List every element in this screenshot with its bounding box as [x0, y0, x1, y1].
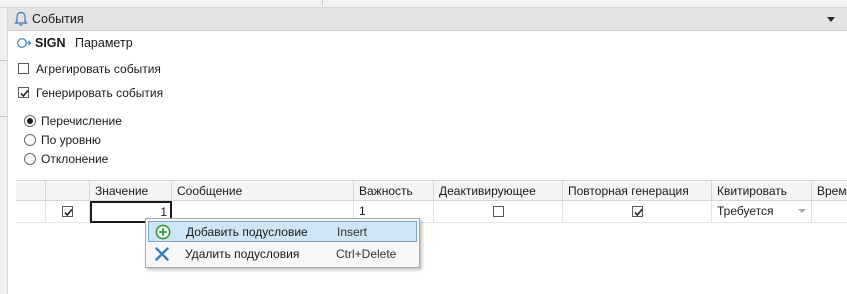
sign-parameter-row: SIGN Параметр [8, 32, 847, 54]
subconditions-grid: Значение Сообщение Важность Деактивирующ… [16, 180, 847, 223]
enabled-cell[interactable] [46, 201, 90, 222]
radio-deviation-label: Отклонение [41, 152, 109, 166]
checkmark-icon [64, 209, 73, 217]
menu-item-delete-shortcut: Ctrl+Delete [336, 247, 397, 261]
enabled-column-header[interactable] [46, 181, 90, 201]
bell-icon [14, 11, 28, 26]
checkmark-icon [20, 90, 29, 98]
col-header-value[interactable]: Значение [90, 181, 172, 201]
col-header-acknowledge[interactable]: Квитировать [712, 181, 812, 201]
parameter-label: Параметр [75, 36, 133, 50]
row-enabled-checkbox[interactable] [62, 206, 73, 217]
col-header-deactivating[interactable]: Деактивирующее [434, 181, 563, 201]
aggregate-events-label: Агрегировать события [36, 62, 161, 76]
signal-parameter-icon [16, 37, 32, 49]
dropdown-arrow-icon[interactable] [798, 209, 806, 213]
col-header-severity[interactable]: Важность [354, 181, 434, 201]
radio-by-level-label: По уровню [41, 133, 101, 147]
aggregate-events-checkbox[interactable] [18, 63, 29, 74]
acknowledge-value: Требуется [717, 204, 774, 218]
col-header-message[interactable]: Сообщение [172, 181, 354, 201]
left-dock-strip [0, 8, 8, 294]
row-indicator-header [16, 181, 46, 201]
top-toolbar-strip [0, 0, 847, 8]
delete-x-icon [155, 247, 169, 261]
deactivating-checkbox[interactable] [493, 206, 504, 217]
generate-events-checkbox[interactable] [18, 87, 29, 98]
acknowledge-dropdown[interactable]: Требуется [712, 201, 812, 222]
value-edit-text: 1 [160, 205, 167, 219]
menu-item-add-subcondition[interactable]: Добавить подусловие Insert [148, 221, 417, 242]
generate-events-label: Генерировать события [36, 86, 164, 100]
regenerate-cell[interactable] [563, 201, 712, 222]
menu-item-delete-label: Удалить подусловия [185, 247, 300, 261]
time-cell[interactable] [812, 201, 847, 222]
row-indicator [16, 201, 46, 222]
radio-by-level[interactable] [24, 134, 36, 146]
grid-header: Значение Сообщение Важность Деактивирующ… [16, 180, 847, 201]
menu-item-delete-subconditions[interactable]: Удалить подусловия Ctrl+Delete [148, 244, 417, 265]
radio-enumeration[interactable] [24, 115, 36, 127]
menu-item-add-shortcut: Insert [337, 225, 368, 239]
deactivating-cell[interactable] [434, 201, 563, 222]
sign-label: SIGN [35, 36, 66, 50]
checkmark-icon [634, 209, 643, 217]
regenerate-checkbox[interactable] [632, 206, 643, 217]
panel-title: События [32, 12, 84, 26]
collapse-caret-icon[interactable] [826, 14, 836, 24]
radio-deviation[interactable] [24, 153, 36, 165]
col-header-time[interactable]: Время [812, 181, 847, 201]
events-panel-header[interactable]: События [8, 8, 847, 31]
context-menu: Добавить подусловие Insert Удалить подус… [145, 218, 420, 268]
radio-enumeration-label: Перечисление [41, 114, 122, 128]
add-circle-icon [155, 224, 171, 240]
col-header-regenerate[interactable]: Повторная генерация [563, 181, 712, 201]
menu-item-add-label: Добавить подусловие [186, 225, 308, 239]
